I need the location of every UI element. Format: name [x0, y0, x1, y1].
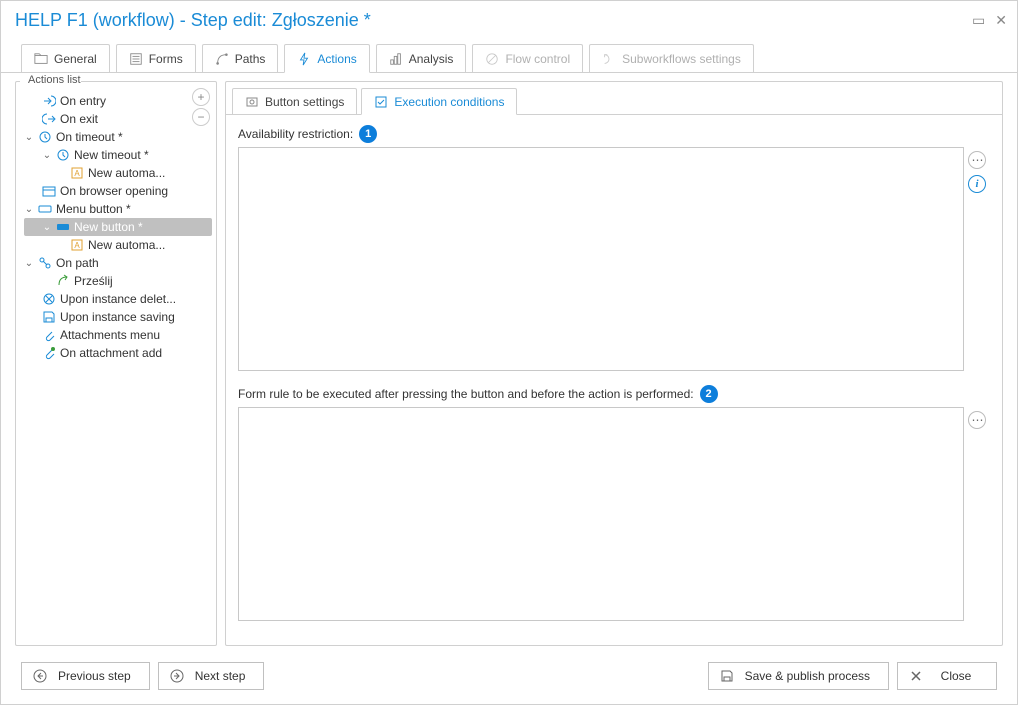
tab-general[interactable]: General	[21, 44, 110, 72]
arrow-left-icon	[32, 668, 48, 684]
actions-tree: On entry On exit ⌄On timeout * ⌄New time…	[16, 82, 216, 645]
send-icon	[56, 274, 70, 288]
svg-text:A: A	[74, 169, 80, 178]
conditions-icon	[374, 95, 388, 109]
tab-forms-label: Forms	[149, 52, 183, 66]
automation-icon: A	[70, 238, 84, 252]
tree-attachments-menu[interactable]: Attachments menu	[24, 326, 212, 344]
browser-icon	[42, 184, 56, 198]
availability-restriction-editor[interactable]	[238, 147, 964, 371]
subtab-button-settings[interactable]: Button settings	[232, 88, 357, 114]
tree-upon-instance-delete[interactable]: Upon instance delet...	[24, 290, 212, 308]
previous-step-label: Previous step	[58, 669, 131, 683]
availability-restriction-label: Availability restriction: 1	[238, 125, 990, 143]
tree-new-automa-2[interactable]: ANew automa...	[24, 236, 212, 254]
tree-upon-instance-saving[interactable]: Upon instance saving	[24, 308, 212, 326]
analysis-icon	[389, 52, 403, 66]
chevron-down-icon: ⌄	[42, 150, 52, 161]
next-step-label: Next step	[195, 669, 246, 683]
arrow-right-icon	[169, 668, 185, 684]
save-publish-button[interactable]: Save & publish process	[708, 662, 889, 690]
add-action-button[interactable]: +	[192, 88, 210, 106]
callout-2: 2	[700, 385, 718, 403]
tab-subworkflows-label: Subworkflows settings	[622, 52, 741, 66]
tab-subworkflows: Subworkflows settings	[589, 44, 754, 72]
availability-more-button[interactable]: ⋯	[968, 151, 986, 169]
chevron-down-icon: ⌄	[24, 258, 34, 269]
close-label: Close	[934, 669, 978, 683]
tab-flow-control: Flow control	[472, 44, 583, 72]
tab-analysis-label: Analysis	[409, 52, 454, 66]
tab-general-label: General	[54, 52, 97, 66]
chevron-down-icon: ⌄	[42, 222, 52, 233]
form-rule-more-button[interactable]: ⋯	[968, 411, 986, 429]
tab-flow-control-label: Flow control	[505, 52, 570, 66]
main-panel: Button settings Execution conditions Ava…	[225, 81, 1003, 646]
tab-analysis[interactable]: Analysis	[376, 44, 467, 72]
chevron-down-icon: ⌄	[24, 132, 34, 143]
actions-list-panel: Actions list + − On entry On exit ⌄On ti…	[15, 81, 217, 646]
tree-on-exit[interactable]: On exit	[24, 110, 212, 128]
paths-icon	[215, 52, 229, 66]
tree-on-attachment-add[interactable]: On attachment add	[24, 344, 212, 362]
close-button[interactable]: Close	[897, 662, 997, 690]
save-icon	[42, 310, 56, 324]
attachment-icon	[42, 328, 56, 342]
delete-icon	[42, 292, 56, 306]
subtab-execution-conditions-label: Execution conditions	[394, 95, 504, 109]
chevron-down-icon: ⌄	[24, 204, 34, 215]
settings-icon	[245, 95, 259, 109]
forms-icon	[129, 52, 143, 66]
path-icon	[38, 256, 52, 270]
save-publish-icon	[719, 668, 735, 684]
tab-paths[interactable]: Paths	[202, 44, 279, 72]
tree-new-timeout[interactable]: ⌄New timeout *	[24, 146, 212, 164]
tree-menu-button[interactable]: ⌄Menu button *	[24, 200, 212, 218]
minimize-button[interactable]: ▭	[972, 12, 985, 29]
tree-new-automa-1[interactable]: ANew automa...	[24, 164, 212, 182]
menu-button-icon	[38, 202, 52, 216]
subtab-execution-conditions[interactable]: Execution conditions	[361, 88, 517, 115]
next-step-button[interactable]: Next step	[158, 662, 265, 690]
tree-on-path[interactable]: ⌄On path	[24, 254, 212, 272]
subtab-button-settings-label: Button settings	[265, 95, 344, 109]
svg-text:A: A	[74, 241, 80, 250]
tab-paths-label: Paths	[235, 52, 266, 66]
tree-new-button[interactable]: ⌄New button *	[24, 218, 212, 236]
tree-on-timeout[interactable]: ⌄On timeout *	[24, 128, 212, 146]
subworkflows-icon	[602, 52, 616, 66]
close-icon	[908, 668, 924, 684]
form-rule-editor[interactable]	[238, 407, 964, 621]
main-tabstrip: General Forms Paths Actions Analysis Flo…	[1, 39, 1017, 73]
attachment-add-icon	[42, 346, 56, 360]
window-title: HELP F1 (workflow) - Step edit: Zgłoszen…	[15, 10, 972, 31]
clock-icon	[56, 148, 70, 162]
exit-icon	[42, 112, 56, 126]
close-window-button[interactable]: ✕	[995, 12, 1007, 29]
form-rule-label: Form rule to be executed after pressing …	[238, 385, 990, 403]
folder-icon	[34, 52, 48, 66]
callout-1: 1	[359, 125, 377, 143]
automation-icon: A	[70, 166, 84, 180]
actions-list-title: Actions list	[20, 74, 81, 88]
tree-on-entry[interactable]: On entry	[24, 92, 212, 110]
tree-on-browser-opening[interactable]: On browser opening	[24, 182, 212, 200]
entry-icon	[42, 94, 56, 108]
availability-info-button[interactable]: i	[968, 175, 986, 193]
flow-control-icon	[485, 52, 499, 66]
actions-icon	[297, 52, 311, 66]
tab-actions[interactable]: Actions	[284, 44, 369, 73]
save-publish-label: Save & publish process	[745, 669, 870, 683]
clock-icon	[38, 130, 52, 144]
tab-forms[interactable]: Forms	[116, 44, 196, 72]
tree-przeslij[interactable]: Prześlij	[24, 272, 212, 290]
previous-step-button[interactable]: Previous step	[21, 662, 150, 690]
button-icon	[56, 220, 70, 234]
tab-actions-label: Actions	[317, 52, 356, 66]
remove-action-button[interactable]: −	[192, 108, 210, 126]
